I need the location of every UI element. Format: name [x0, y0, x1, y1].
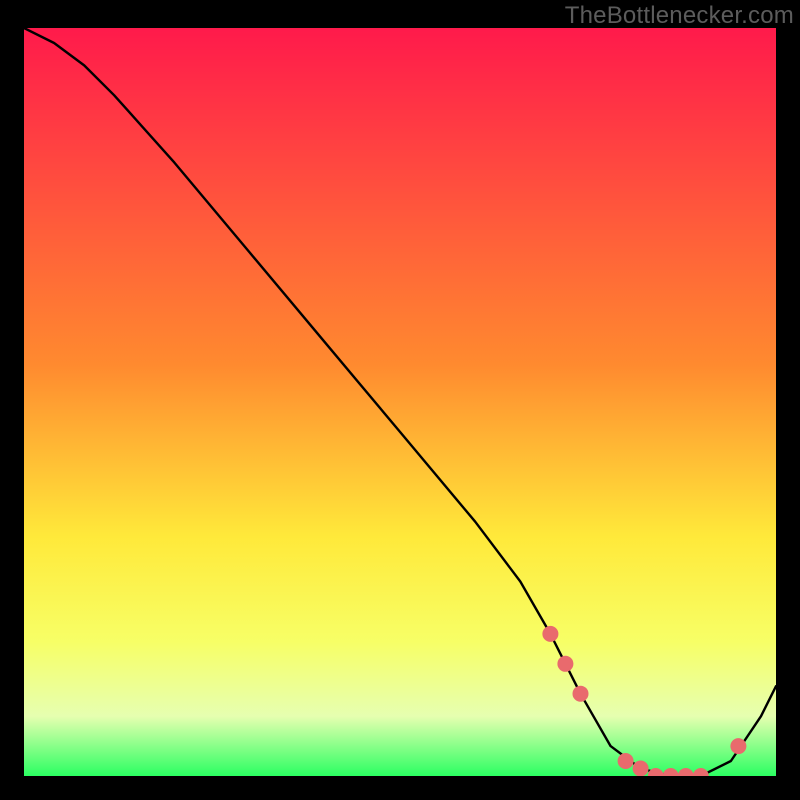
watermark-text: TheBottlenecker.com [565, 2, 794, 30]
bottleneck-chart-svg [24, 28, 776, 776]
data-point [557, 656, 573, 672]
data-point [730, 738, 746, 754]
gradient-background [24, 28, 776, 776]
chart-container: TheBottlenecker.com [0, 0, 800, 800]
data-point [633, 761, 649, 777]
plot-area [24, 28, 776, 776]
data-point [573, 686, 589, 702]
data-point [618, 753, 634, 769]
data-point [542, 626, 558, 642]
